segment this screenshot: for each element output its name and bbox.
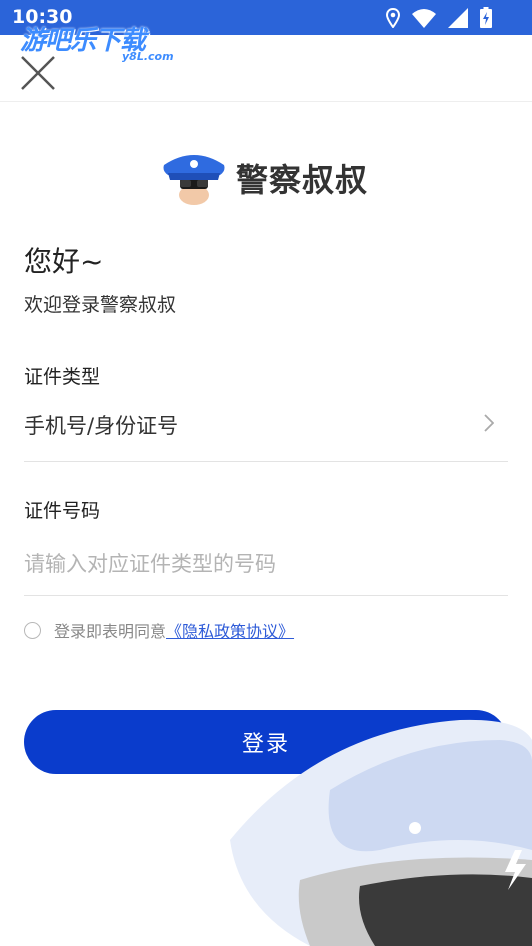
id-type-label: 证件类型	[24, 366, 101, 388]
police-logo-icon	[163, 155, 225, 205]
location-icon	[386, 7, 400, 28]
id-number-input[interactable]	[24, 542, 508, 586]
status-icons	[386, 7, 492, 28]
privacy-policy-link[interactable]: 《隐私政策协议》	[166, 618, 294, 642]
brand-title: 警察叔叔	[236, 161, 369, 199]
close-button[interactable]	[18, 51, 58, 91]
divider	[24, 461, 508, 462]
agreement-radio[interactable]	[24, 621, 41, 639]
wifi-icon	[412, 8, 436, 28]
agreement-row: 登录即表明同意 《隐私政策协议》	[24, 618, 294, 642]
login-screen: 10:30 游吧乐下载 y8L.com 警察叔叔 您好~ 欢迎登录警察叔叔 证件…	[0, 0, 532, 946]
chevron-right-icon	[484, 414, 494, 432]
battery-icon	[480, 7, 492, 28]
signal-icon	[448, 7, 468, 28]
close-icon	[21, 56, 55, 90]
id-number-label: 证件号码	[24, 500, 101, 522]
header	[0, 35, 532, 102]
welcome-text: 欢迎登录警察叔叔	[24, 294, 177, 316]
greeting-heading: 您好~	[24, 245, 104, 278]
divider	[24, 595, 508, 596]
police-hat-illustration	[230, 719, 532, 946]
agreement-text: 登录即表明同意	[54, 622, 167, 641]
id-type-select[interactable]: 手机号/身份证号	[24, 402, 508, 448]
id-type-value: 手机号/身份证号	[24, 414, 179, 438]
brand-header: 警察叔叔	[160, 148, 368, 208]
